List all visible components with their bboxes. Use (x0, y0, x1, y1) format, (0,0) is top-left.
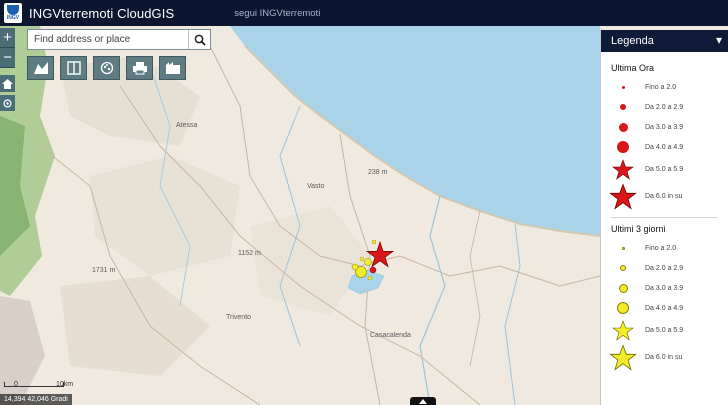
share-button[interactable] (93, 56, 120, 80)
scale-bar-line (4, 382, 64, 387)
layers-button[interactable] (60, 56, 87, 80)
legend-section-title: Ultima Ora (611, 63, 655, 73)
quake-3days-marker[interactable] (359, 256, 365, 262)
legend-section-title: Ultimi 3 giorni (611, 224, 666, 234)
zoom-out-button[interactable]: − (0, 48, 15, 68)
dot-icon (620, 265, 626, 271)
dot-icon (617, 141, 629, 153)
legend-item: Da 5.0 a 5.9 (601, 157, 728, 181)
search-box (27, 29, 211, 50)
chevron-up-icon (419, 398, 427, 404)
zoom-in-button[interactable]: + (0, 28, 15, 48)
app-header: INGV INGVterremoti CloudGIS segui INGVte… (0, 0, 728, 26)
gallery-icon (165, 62, 180, 74)
home-button[interactable] (0, 75, 15, 92)
star-icon (609, 182, 637, 210)
dot-icon (621, 246, 625, 250)
legend-item: Da 3.0 a 3.9 (601, 117, 728, 137)
legend-item: Da 2.0 a 2.9 (601, 258, 728, 278)
legend-item: Da 2.0 a 2.9 (601, 97, 728, 117)
locate-icon (3, 98, 12, 108)
basemap-button[interactable] (27, 56, 54, 80)
follow-link[interactable]: segui INGVterremoti (234, 8, 320, 19)
star-icon (612, 158, 634, 180)
map-label-trivento: Trivento (226, 314, 251, 321)
dot-icon (617, 302, 629, 314)
map-label-elevation-1: 1731 m (92, 267, 116, 274)
dot-icon (618, 283, 628, 293)
quake-3days-marker[interactable] (351, 263, 359, 271)
scale-label-left: 0 (14, 381, 18, 388)
search-input[interactable] (28, 30, 188, 49)
scale-bar: 0 10km (4, 381, 73, 388)
map-label-atessa: Atessa (176, 122, 198, 129)
quake-recent-marker[interactable] (369, 266, 377, 274)
basemap-icon (33, 62, 48, 74)
print-icon (132, 62, 147, 75)
map-label-elevation-2: 1152 m (238, 250, 261, 257)
legend-title: Legenda (611, 35, 654, 47)
ingv-logo[interactable]: INGV (4, 3, 22, 23)
quake-3days-marker[interactable] (371, 239, 377, 245)
logo-mark-icon (7, 5, 19, 15)
legend-header: Legenda ▾ (601, 30, 728, 52)
legend-item: Da 5.0 a 5.9 (601, 318, 728, 342)
legend-item: Da 3.0 a 3.9 (601, 278, 728, 298)
quake-3days-marker[interactable] (367, 275, 373, 281)
quake-3days-marker[interactable] (364, 258, 372, 266)
legend-close-icon[interactable]: ▾ (716, 33, 722, 47)
legend-panel: Legenda ▾ Ultima Ora Fino a 2.0 Da 2.0 a… (600, 30, 728, 405)
locate-button[interactable] (0, 95, 15, 111)
zoom-control: + − (0, 28, 15, 68)
map-label-casacalenda: Casacalenda (370, 332, 411, 339)
legend-item: Da 4.0 a 4.9 (601, 137, 728, 157)
home-icon (2, 78, 13, 89)
bottom-panel-handle[interactable] (410, 397, 436, 405)
legend-item: Da 6.0 in su (601, 342, 728, 372)
app-title: INGVterremoti CloudGIS (29, 5, 175, 21)
search-icon (194, 34, 206, 46)
legend-divider (611, 217, 718, 218)
logo-text: INGV (6, 15, 20, 21)
app-window: INGV INGVterremoti CloudGIS segui INGVte… (0, 0, 728, 405)
map-toolbar (27, 56, 186, 80)
legend-item: Fino a 2.0 (601, 77, 728, 97)
dot-icon (621, 85, 625, 89)
legend-item: Da 6.0 in su (601, 181, 728, 211)
legend-item: Fino a 2.0 (601, 238, 728, 258)
scale-label-right: 10km (56, 381, 74, 388)
layers-icon (66, 61, 81, 75)
map-label-vasto: Vasto (307, 183, 324, 190)
share-icon (100, 61, 113, 75)
search-button[interactable] (188, 30, 210, 49)
print-button[interactable] (126, 56, 153, 80)
star-icon (612, 319, 634, 341)
map-label-elevation-3: 238 m (368, 169, 388, 176)
dot-icon (620, 104, 626, 110)
dot-icon (618, 122, 628, 132)
coordinates-readout: 14,394 42,046 Gradi (0, 394, 72, 405)
star-icon (609, 343, 637, 371)
legend-item: Da 4.0 a 4.9 (601, 298, 728, 318)
gallery-button[interactable] (159, 56, 186, 80)
